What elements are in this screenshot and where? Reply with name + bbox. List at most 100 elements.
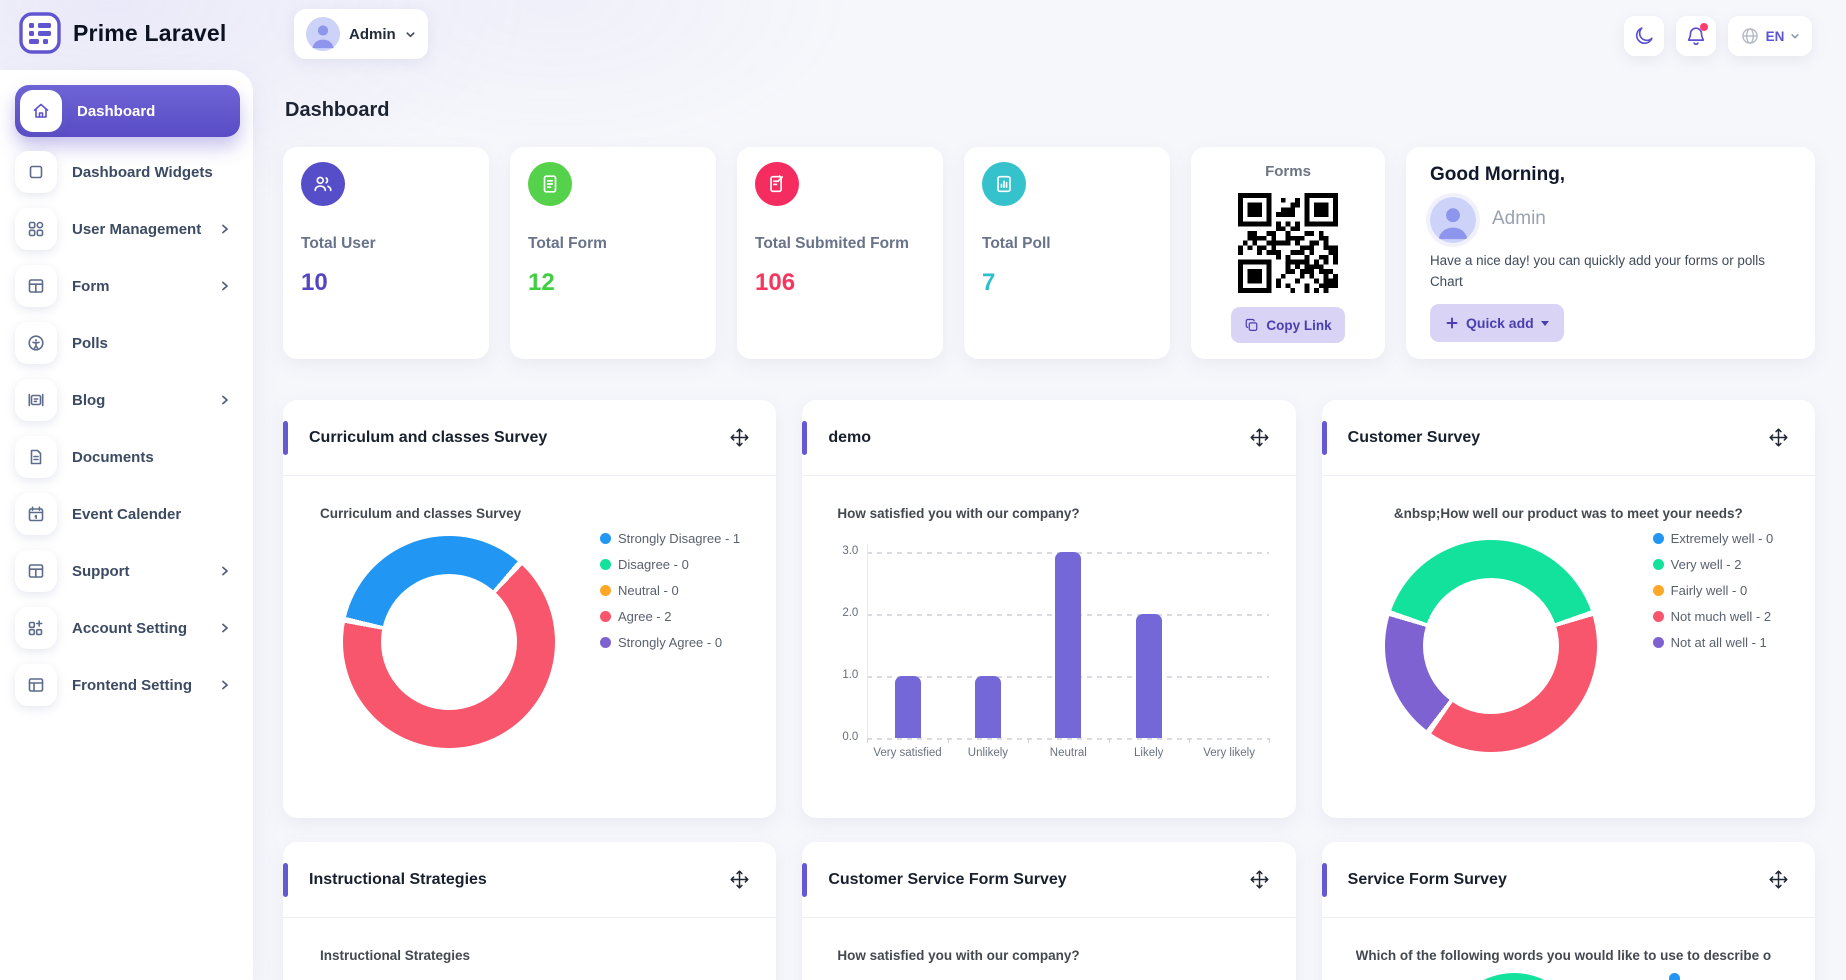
sidebar-item-label: Documents: [72, 449, 154, 466]
quick-add-button[interactable]: Quick add: [1430, 304, 1564, 342]
move-icon[interactable]: [729, 427, 750, 448]
chevron-right-icon: [219, 280, 231, 292]
move-icon[interactable]: [1768, 869, 1789, 890]
donut-chart: [343, 536, 555, 748]
move-icon[interactable]: [1768, 427, 1789, 448]
chevron-down-icon: [1790, 31, 1800, 41]
legend-color-dot: [600, 533, 611, 544]
donut-chart-partial: [1444, 973, 1584, 980]
chart-title: Which of the following words you would l…: [1356, 948, 1815, 963]
language-selector[interactable]: EN: [1728, 16, 1812, 56]
widget-icon: [15, 151, 57, 193]
legend-item: Fairly well - 0: [1653, 583, 1774, 598]
dark-mode-toggle[interactable]: [1624, 16, 1664, 56]
qr-code: [1238, 193, 1338, 293]
sidebar-item-label: Form: [72, 278, 110, 295]
x-axis-tick: [1028, 738, 1029, 743]
bell-icon: [1685, 25, 1707, 47]
app-logo: Prime Laravel: [18, 11, 226, 55]
accent-bar: [1322, 863, 1327, 897]
sidebar-item-dashboard-widgets[interactable]: Dashboard Widgets: [15, 150, 240, 194]
widget-title: Service Form Survey: [1348, 871, 1507, 889]
sidebar-item-blog[interactable]: Blog: [15, 378, 240, 422]
sidebar-item-dashboard[interactable]: Dashboard: [15, 85, 240, 137]
table-icon: [15, 265, 57, 307]
accent-bar: [283, 863, 288, 897]
grid-icon: [15, 208, 57, 250]
layout-icon: [15, 664, 57, 706]
sidebar-item-label: Dashboard: [77, 103, 155, 120]
sidebar-item-support[interactable]: Support: [15, 549, 240, 593]
sidebar-item-label: Event Calender: [72, 506, 181, 523]
chart-title: Instructional Strategies: [320, 948, 470, 963]
x-axis-tick: [948, 738, 949, 743]
chevron-right-icon: [219, 679, 231, 691]
chart-title: How satisfied you with our company?: [837, 506, 1079, 521]
bar-chart: 3.02.01.00.0Very satisfiedUnlikelyNeutra…: [802, 536, 1269, 796]
x-axis-label: Likely: [1109, 747, 1189, 759]
legend-color-dot: [1653, 559, 1664, 570]
x-axis-tick: [1269, 738, 1270, 743]
move-icon[interactable]: [729, 869, 750, 890]
user-menu-button[interactable]: Admin: [294, 9, 428, 59]
charts-row-2: Instructional Strategies Instructional S…: [283, 842, 1815, 980]
move-icon[interactable]: [1249, 869, 1270, 890]
brand-name: Prime Laravel: [73, 20, 226, 47]
legend-item: Very well - 2: [1653, 557, 1774, 572]
charts-row-1: Curriculum and classes Survey Curriculum…: [283, 400, 1815, 818]
sidebar-item-event-calender[interactable]: Event Calender: [15, 492, 240, 536]
stat-card-total-user: Total User 10: [283, 147, 489, 359]
legend-color-dot: [1653, 533, 1664, 544]
sidebar-item-frontend-setting[interactable]: Frontend Setting: [15, 663, 240, 707]
chevron-right-icon: [219, 622, 231, 634]
x-axis-tick: [867, 738, 868, 743]
avatar: [306, 17, 340, 51]
legend-item: Not at all well - 1: [1653, 635, 1774, 650]
legend-label: Strongly Disagree - 1: [618, 531, 740, 546]
sidebar-item-polls[interactable]: Polls: [15, 321, 240, 365]
sidebar-item-documents[interactable]: Documents: [15, 435, 240, 479]
calendar-icon: [15, 493, 57, 535]
move-icon[interactable]: [1249, 427, 1270, 448]
accent-bar: [802, 863, 807, 897]
chevron-down-icon: [405, 29, 416, 40]
greeting-username: Admin: [1492, 208, 1546, 230]
avatar: [1430, 197, 1476, 243]
copy-icon: [1244, 318, 1259, 333]
sidebar-item-account-setting[interactable]: Account Setting: [15, 606, 240, 650]
x-axis-label: Unlikely: [948, 747, 1028, 759]
legend-color-dot: [600, 585, 611, 596]
brand-icon: [18, 11, 62, 55]
x-axis-tick: [1189, 738, 1190, 743]
plus-icon: [1445, 316, 1459, 330]
greeting-card: Good Morning, Admin Have a nice day! you…: [1406, 147, 1815, 359]
stat-value: 106: [755, 269, 795, 297]
chevron-right-icon: [219, 565, 231, 577]
legend-color-dot: [600, 611, 611, 622]
chart-title: How satisfied you with our company?: [837, 948, 1079, 963]
bar: [975, 676, 1001, 738]
sidebar-item-label: Dashboard Widgets: [72, 164, 213, 181]
sidebar-item-form[interactable]: Form: [15, 264, 240, 308]
y-axis-tick: 1.0: [802, 669, 858, 681]
donut-chart: [1385, 540, 1597, 752]
sidebar-nav: Dashboard Dashboard Widgets User Managemen…: [15, 85, 240, 707]
copy-link-label: Copy Link: [1266, 318, 1331, 333]
bar: [1055, 552, 1081, 738]
widget-customer-survey: Customer Survey &nbsp;How well our produ…: [1322, 400, 1815, 818]
sidebar-item-label: Polls: [72, 335, 108, 352]
forms-card-title: Forms: [1191, 163, 1385, 180]
notifications-button[interactable]: [1676, 16, 1716, 56]
sidebar-item-user-management[interactable]: User Management: [15, 207, 240, 251]
poll-icon: [982, 162, 1026, 206]
stat-label: Total User: [301, 235, 376, 253]
page-title: Dashboard: [285, 99, 389, 122]
bar: [895, 676, 921, 738]
stat-card-total-submitted-form: Total Submited Form 106: [737, 147, 943, 359]
widget-curriculum-survey: Curriculum and classes Survey Curriculum…: [283, 400, 776, 818]
copy-link-button[interactable]: Copy Link: [1231, 307, 1345, 343]
widget-title: Customer Survey: [1348, 429, 1481, 447]
forms-qr-card: Forms Copy Link: [1191, 147, 1385, 359]
bar: [1136, 614, 1162, 738]
legend-item: Strongly Disagree - 1: [600, 531, 740, 546]
